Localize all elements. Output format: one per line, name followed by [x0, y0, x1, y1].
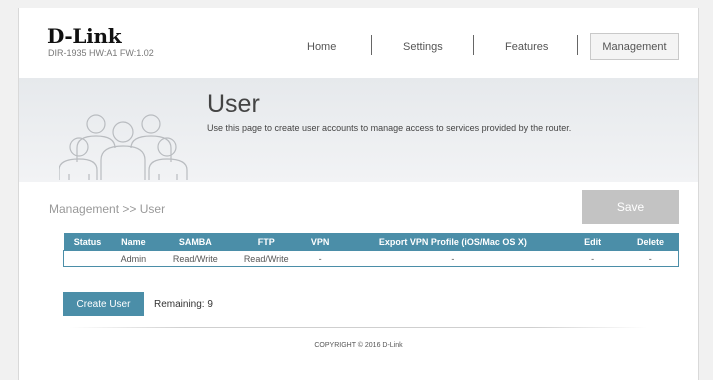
- breadcrumb-bar: Management >> User Save: [19, 190, 698, 228]
- col-header-status: Status: [63, 233, 112, 251]
- nav-divider: [473, 35, 474, 55]
- nav-home[interactable]: Home: [307, 41, 336, 53]
- users-group-icon: [59, 114, 188, 180]
- col-header-name: Name: [111, 233, 156, 251]
- page-description: Use this page to create user accounts to…: [207, 123, 572, 133]
- table-row: Admin Read/Write Read/Write - - - -: [63, 250, 679, 267]
- col-header-vpn: VPN: [297, 233, 344, 251]
- cell-status: [63, 250, 112, 267]
- router-page: D-Link DIR-1935 HW:A1 FW:1.02 Home Setti…: [18, 8, 699, 380]
- nav-settings[interactable]: Settings: [403, 41, 443, 53]
- cell-samba: Read/Write: [155, 250, 236, 267]
- copyright-text: COPYRIGHT © 2016 D-Link: [314, 342, 403, 349]
- page-banner: User Use this page to create user accoun…: [19, 78, 698, 182]
- cell-export-vpn: -: [343, 250, 563, 267]
- save-button[interactable]: Save: [582, 190, 679, 224]
- model-info: DIR-1935 HW:A1 FW:1.02: [48, 48, 154, 58]
- nav-management[interactable]: Management: [590, 33, 679, 60]
- edit-action[interactable]: -: [562, 250, 623, 267]
- footer-divider: [69, 327, 647, 328]
- col-header-delete: Delete: [622, 233, 679, 251]
- col-header-export-vpn: Export VPN Profile (iOS/Mac OS X): [343, 233, 563, 251]
- cell-name: Admin: [111, 250, 156, 267]
- col-header-samba: SAMBA: [155, 233, 236, 251]
- cell-ftp: Read/Write: [235, 250, 298, 267]
- breadcrumb: Management >> User: [49, 202, 166, 216]
- page-title: User: [207, 90, 260, 118]
- user-table: Status Name SAMBA FTP VPN Export VPN Pro…: [63, 233, 679, 267]
- cell-vpn: -: [297, 250, 344, 267]
- nav-divider: [577, 35, 578, 55]
- delete-action[interactable]: -: [622, 250, 679, 267]
- nav-features[interactable]: Features: [505, 41, 548, 53]
- create-user-button[interactable]: Create User: [63, 292, 144, 316]
- nav-divider: [371, 35, 372, 55]
- table-header-row: Status Name SAMBA FTP VPN Export VPN Pro…: [63, 233, 679, 251]
- col-header-edit: Edit: [562, 233, 623, 251]
- dlink-logo: D-Link: [47, 24, 122, 48]
- remaining-count: Remaining: 9: [154, 299, 213, 310]
- col-header-ftp: FTP: [235, 233, 298, 251]
